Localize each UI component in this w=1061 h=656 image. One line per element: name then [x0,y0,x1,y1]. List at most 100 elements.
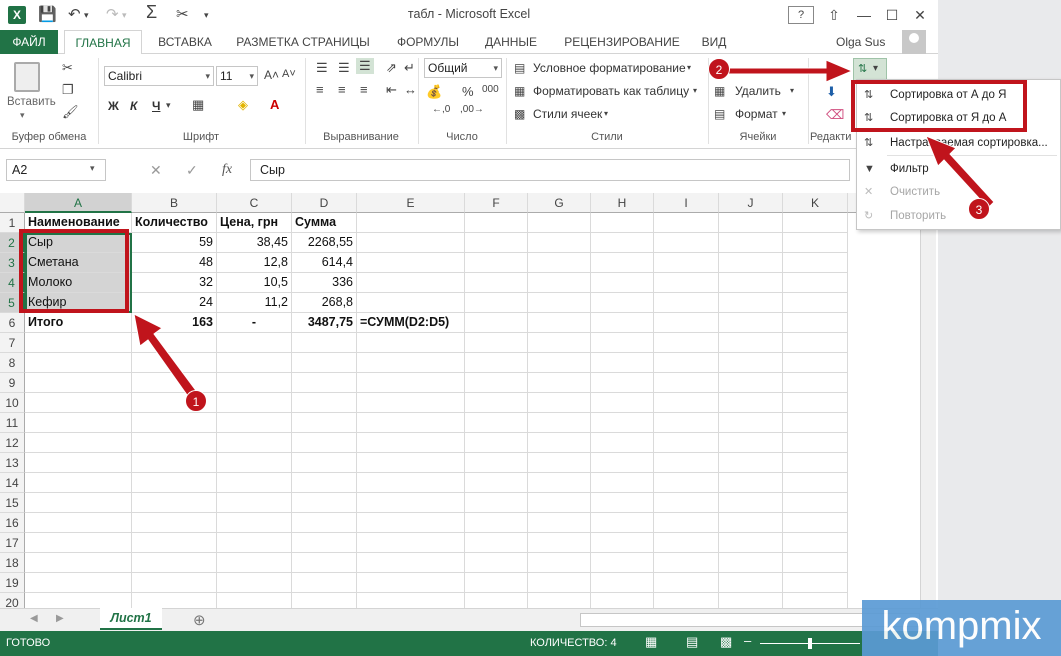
cell-e8[interactable] [357,353,465,373]
row-header-19[interactable]: 19 [0,573,25,593]
bold-button[interactable]: Ж [108,99,119,113]
new-sheet-icon[interactable]: ⊕ [193,611,206,629]
cell-c17[interactable] [217,533,292,553]
table-cell[interactable]: 38,45 [217,233,292,253]
delete-cells-button[interactable]: Удалить [735,84,781,98]
cell-c12[interactable] [217,433,292,453]
cell-g11[interactable] [528,413,591,433]
cell-j6[interactable] [719,313,783,333]
align-top-icon[interactable]: ☰ [316,60,328,76]
cell-f14[interactable] [465,473,528,493]
cell-c14[interactable] [217,473,292,493]
percent-icon[interactable]: % [462,84,474,99]
cell-e20[interactable] [357,593,465,608]
align-bottom-icon[interactable]: ☰ [356,58,374,74]
cell-a20[interactable] [25,593,132,608]
cell-e13[interactable] [357,453,465,473]
cell-k13[interactable] [783,453,848,473]
cell-h6[interactable] [591,313,654,333]
row-header-18[interactable]: 18 [0,553,25,573]
cell-k9[interactable] [783,373,848,393]
table-cell[interactable]: 11,2 [217,293,292,313]
cell-j2[interactable] [719,233,783,253]
cell-d17[interactable] [292,533,357,553]
cell-f19[interactable] [465,573,528,593]
cell-j16[interactable] [719,513,783,533]
cell-e15[interactable] [357,493,465,513]
cell-k14[interactable] [783,473,848,493]
table-cell[interactable]: 12,8 [217,253,292,273]
cell-f4[interactable] [465,273,528,293]
cell-a8[interactable] [25,353,132,373]
format-cells-dropdown-icon[interactable]: ▾ [782,109,786,118]
cell-h1[interactable] [591,213,654,233]
cell-g18[interactable] [528,553,591,573]
currency-icon[interactable]: 💰 [426,84,442,100]
paste-dropdown-icon[interactable]: ▾ [20,110,25,121]
cell-f20[interactable] [465,593,528,608]
cell-d19[interactable] [292,573,357,593]
cell-f12[interactable] [465,433,528,453]
vertical-scrollbar[interactable] [920,213,936,608]
column-header-i[interactable]: I [654,193,719,213]
cell-b7[interactable] [132,333,217,353]
font-color-icon[interactable]: A [270,97,279,112]
cell-h7[interactable] [591,333,654,353]
paste-icon[interactable] [14,62,40,92]
cell-e16[interactable] [357,513,465,533]
conditional-formatting-button[interactable]: Условное форматирование [533,61,686,75]
cell-i11[interactable] [654,413,719,433]
row-header-10[interactable]: 10 [0,393,25,413]
menu-item-reapply[interactable]: ↻ Повторить [857,205,1061,228]
cell-b12[interactable] [132,433,217,453]
cell-a14[interactable] [25,473,132,493]
cell-a7[interactable] [25,333,132,353]
select-all-corner[interactable] [0,193,25,213]
cell-a10[interactable] [25,393,132,413]
cell-h15[interactable] [591,493,654,513]
cell-d13[interactable] [292,453,357,473]
cell-d20[interactable] [292,593,357,608]
cell-i17[interactable] [654,533,719,553]
cell-f7[interactable] [465,333,528,353]
column-header-h[interactable]: H [591,193,654,213]
cell-k18[interactable] [783,553,848,573]
cell-b14[interactable] [132,473,217,493]
cell-i19[interactable] [654,573,719,593]
cell-g7[interactable] [528,333,591,353]
cell-i9[interactable] [654,373,719,393]
cell-h4[interactable] [591,273,654,293]
cell-g10[interactable] [528,393,591,413]
cell-g14[interactable] [528,473,591,493]
cell-b16[interactable] [132,513,217,533]
enter-icon[interactable]: ✓ [186,162,198,179]
cell-h16[interactable] [591,513,654,533]
cell-j7[interactable] [719,333,783,353]
cell-a17[interactable] [25,533,132,553]
column-header-g[interactable]: G [528,193,591,213]
row-header-12[interactable]: 12 [0,433,25,453]
format-cells-button[interactable]: Формат [735,107,778,121]
clear-icon[interactable]: ⌫ [826,107,844,123]
formula-input[interactable]: Сыр [250,159,850,181]
cell-c11[interactable] [217,413,292,433]
cell-g6[interactable] [528,313,591,333]
decrease-decimal-icon[interactable]: ,00→ [460,104,484,115]
cell-j17[interactable] [719,533,783,553]
font-size-select[interactable]: 11 ▾ [216,66,258,86]
name-box-dropdown-icon[interactable]: ▾ [90,163,95,174]
cell-j11[interactable] [719,413,783,433]
cell-j3[interactable] [719,253,783,273]
cell-d8[interactable] [292,353,357,373]
wrap-text-icon[interactable]: ↵ [404,60,415,76]
cell-e17[interactable] [357,533,465,553]
cell-c7[interactable] [217,333,292,353]
column-header-j[interactable]: J [719,193,783,213]
cell-i13[interactable] [654,453,719,473]
cell-i12[interactable] [654,433,719,453]
underline-dropdown-icon[interactable]: ▾ [166,100,171,111]
cell-f10[interactable] [465,393,528,413]
cell-c19[interactable] [217,573,292,593]
tab-home[interactable]: ГЛАВНАЯ [64,30,142,55]
cell-c16[interactable] [217,513,292,533]
